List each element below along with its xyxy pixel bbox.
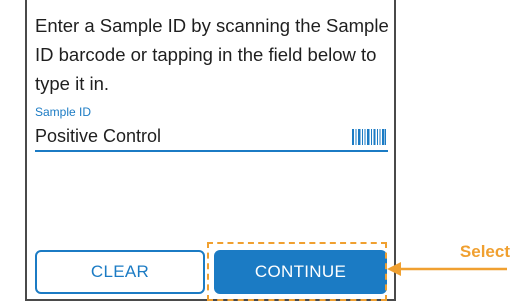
sample-id-value: Positive Control xyxy=(35,126,162,146)
continue-highlight-box xyxy=(207,242,387,301)
select-callout-label: Select xyxy=(459,242,510,261)
sample-id-field[interactable]: Positive Control xyxy=(35,125,388,152)
barcode-icon[interactable] xyxy=(352,129,386,145)
clear-button[interactable]: CLEAR xyxy=(35,250,205,294)
instructions-text: Enter a Sample ID by scanning the Sample… xyxy=(35,15,389,94)
callout-arrow-icon xyxy=(387,262,507,276)
sample-id-label: Sample ID xyxy=(35,105,92,119)
